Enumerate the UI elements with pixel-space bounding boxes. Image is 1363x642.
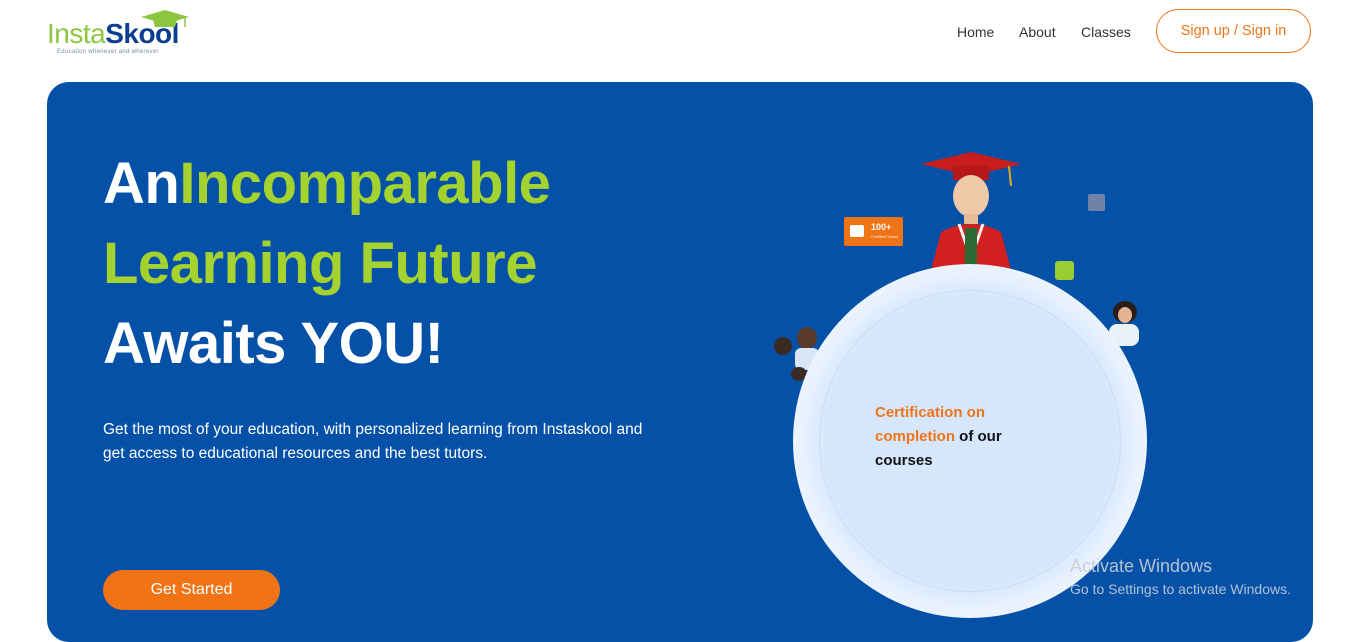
tutor-icon <box>850 225 864 237</box>
nav-home-link[interactable]: Home <box>957 24 994 40</box>
nav-about-link[interactable]: About <box>1019 24 1056 40</box>
tutors-count-badge: 100+ Certified Tutors <box>844 217 903 246</box>
sign-in-button[interactable]: Sign up / Sign in <box>1156 9 1311 53</box>
tutors-caption: Certified Tutors <box>871 234 899 239</box>
heading-line-awaits-you: Awaits YOU! <box>103 311 444 376</box>
activate-windows-title: Activate Windows <box>1070 556 1213 576</box>
chart-icon <box>1088 194 1105 211</box>
heading-line-learning-future: Learning Future <box>103 231 537 296</box>
instaskool-logo[interactable]: InstaSkool Education whenever and wherev… <box>47 10 207 58</box>
tutors-count: 100+ <box>871 222 892 232</box>
share-icon <box>1055 261 1074 280</box>
get-started-button[interactable]: Get Started <box>103 570 280 610</box>
hero-heading: AnIncomparable Learning Future Awaits YO… <box>103 144 551 384</box>
graduate-student-image <box>921 152 1021 278</box>
activate-windows-subtitle: Go to Settings to activate Windows. <box>1070 581 1291 597</box>
logo-insta-text: Insta <box>47 18 106 49</box>
heading-word-incomparable: Incomparable <box>179 151 551 216</box>
graduation-cap-icon <box>141 10 189 27</box>
nav-classes-link[interactable]: Classes <box>1081 24 1131 40</box>
certification-text: Certification on completion of our cours… <box>875 401 1055 473</box>
heading-word-an: An <box>103 151 180 216</box>
logo-tagline: Education whenever and wherever <box>57 49 159 55</box>
hero-description: Get the most of your education, with per… <box>103 421 643 462</box>
